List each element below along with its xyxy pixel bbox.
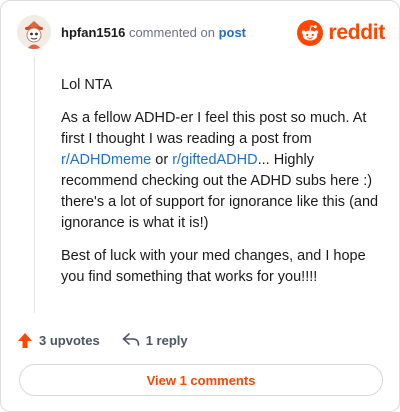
reddit-logo[interactable]: reddit	[297, 19, 385, 47]
reply-arrow-icon	[122, 333, 139, 346]
subreddit-link-giftedadhd[interactable]: r/giftedADHD	[172, 152, 257, 168]
comment-text: As a fellow ADHD-er I feel this post so …	[61, 110, 367, 147]
upvote-button[interactable]: 3 upvotes	[17, 332, 100, 349]
reddit-wordmark: reddit	[328, 21, 385, 44]
thread-line	[34, 57, 35, 313]
comment-body: Lol NTA As a fellow ADHD-er I feel this …	[61, 75, 381, 300]
comment-text: or	[151, 152, 173, 168]
post-link[interactable]: post	[219, 25, 246, 40]
comment-card: hpfan1516 commented on post reddit Lol N…	[0, 0, 400, 412]
upvote-count: 3 upvotes	[39, 332, 100, 348]
comment-paragraph-3: Best of luck with your med changes, and …	[61, 248, 366, 285]
reply-button[interactable]: 1 reply	[122, 333, 188, 348]
avatar-icon	[17, 15, 51, 49]
comment-paragraph-2: As a fellow ADHD-er I feel this post so …	[61, 108, 381, 234]
comment-header: hpfan1516 commented on post	[61, 25, 246, 41]
view-comments-button[interactable]: View 1 comments	[19, 364, 383, 396]
comment-actions: 3 upvotes 1 reply	[17, 329, 210, 351]
comment-paragraph-1: Lol NTA	[61, 77, 113, 93]
commented-on-text: commented on	[128, 25, 215, 40]
username-link[interactable]: hpfan1516	[61, 25, 125, 40]
upvote-arrow-icon	[18, 332, 32, 348]
avatar[interactable]	[17, 15, 51, 49]
reply-count: 1 reply	[145, 332, 188, 348]
subreddit-link-adhdmeme[interactable]: r/ADHDmeme	[61, 152, 151, 168]
reddit-alien-icon	[297, 20, 324, 46]
